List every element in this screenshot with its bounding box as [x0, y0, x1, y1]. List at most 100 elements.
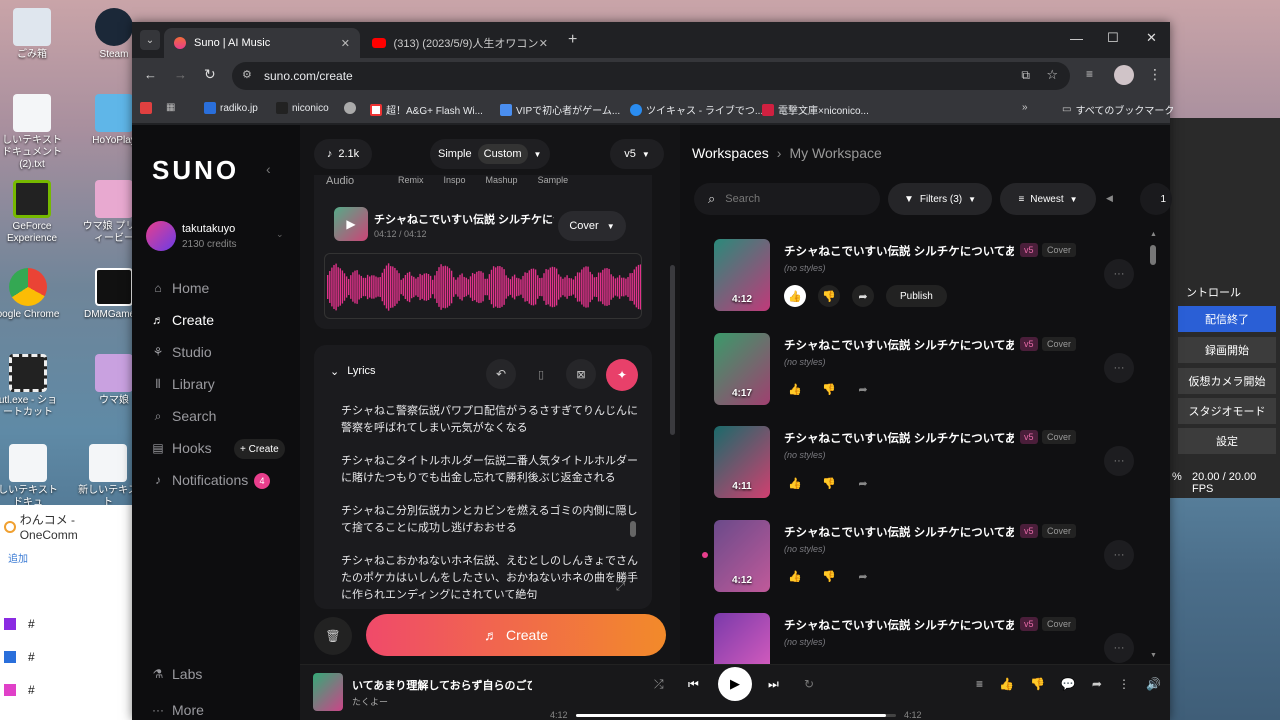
thumbs-down-icon[interactable]: 👎 [818, 379, 840, 401]
save-icon[interactable]: ▯ [526, 359, 556, 389]
tab-suno[interactable]: Suno | AI Music ✕ [164, 28, 360, 58]
profile-avatar[interactable] [1114, 65, 1134, 85]
nav-more[interactable]: ··· More [152, 702, 204, 718]
waveform[interactable] [324, 253, 642, 319]
shortcut-icon[interactable]: utl.exe - ショートカット [0, 354, 60, 419]
breadcrumb-current[interactable]: My Workspace [789, 145, 881, 161]
bookmark-niconico[interactable]: niconico [276, 102, 329, 114]
obs-studio-mode-button[interactable]: スタジオモード [1178, 398, 1276, 424]
thumbs-down-icon[interactable]: 👎 [1030, 677, 1045, 691]
clear-icon[interactable]: ⊠ [566, 359, 596, 389]
list-scrollbar[interactable] [1150, 245, 1156, 265]
player-artist[interactable]: たくよー [352, 695, 388, 708]
more-options-icon[interactable]: ··· [1104, 446, 1134, 476]
nav-library[interactable]: ⫴ Library [152, 376, 214, 392]
lyric-line[interactable]: チシャねこタイトルホルダー伝説二番人気タイトルホルダーに賭けたつもりでも出金し忘… [341, 453, 641, 487]
filters-button[interactable]: ▼ Filters (3) ▼ [888, 183, 992, 215]
panel-scrollbar[interactable] [670, 265, 675, 435]
credits-pill[interactable]: ♪ 2.1k [314, 139, 372, 169]
shuffle-icon[interactable]: ⤮ [654, 677, 664, 692]
text-file-icon[interactable]: しいテキスト ドキュメント (2).txt [0, 94, 64, 171]
more-options-icon[interactable]: ··· [1104, 633, 1134, 663]
thumbs-down-icon[interactable]: 👎 [818, 285, 840, 307]
share-icon[interactable]: ➦ [852, 285, 874, 307]
mode-toggle[interactable]: Simple Custom ▼ [430, 139, 550, 169]
trash-icon[interactable]: 🗑 [314, 617, 352, 655]
collapse-sidebar-icon[interactable]: ‹ [266, 161, 271, 177]
scroll-down-icon[interactable]: ▼ [1150, 652, 1157, 659]
onecomme-row[interactable]: # [4, 650, 35, 664]
scroll-up-icon[interactable]: ▲ [1150, 231, 1157, 238]
tab-youtube[interactable]: (313) (2023/5/9)人生オワコン会 ✕ [362, 28, 558, 58]
queue-icon[interactable]: ≡ [976, 677, 983, 691]
previous-icon[interactable]: ⏮ [688, 677, 699, 692]
bookmarks-overflow-icon[interactable]: » [1022, 102, 1028, 113]
nav-studio[interactable]: ⚘ Studio [152, 344, 212, 360]
menu-icon[interactable]: ⋮ [1148, 66, 1162, 83]
more-options-icon[interactable]: ··· [1104, 259, 1134, 289]
thumbs-up-icon[interactable]: 👍 [784, 285, 806, 307]
song-title[interactable]: チシャねこでいすい伝説 シルチケについてあまり... [784, 337, 1014, 353]
text-file3-icon[interactable]: 新しいテキスト [76, 444, 140, 509]
thumbs-down-icon[interactable]: 👎 [818, 472, 840, 494]
grid-icon[interactable]: ▦ [166, 102, 175, 113]
onecomme-add-button[interactable]: 追加 [0, 545, 40, 567]
thumbs-up-icon[interactable]: 👍 [784, 566, 806, 588]
song-thumbnail[interactable]: 4:12 [714, 519, 770, 592]
hooks-create-button[interactable]: + Create [234, 439, 285, 459]
repeat-icon[interactable]: ↻ [804, 677, 814, 691]
more-options-icon[interactable]: ··· [1104, 539, 1134, 570]
text-file2-icon[interactable]: しいテキスト ドキュ [0, 444, 60, 509]
bookmark-globe[interactable] [344, 102, 360, 114]
maximize-icon[interactable]: ☐ [1107, 30, 1119, 46]
custom-mode-tab[interactable]: Custom [477, 144, 528, 164]
thumbs-up-icon[interactable]: 👍 [784, 472, 806, 494]
media-icon[interactable]: ≡ [1086, 67, 1093, 81]
tab-search-icon[interactable]: ⌄ [140, 30, 160, 50]
play-button[interactable]: ▶ [718, 667, 752, 701]
version-select[interactable]: v5 ▼ [610, 139, 664, 169]
thumbs-down-icon[interactable]: 👎 [818, 566, 840, 588]
lyrics-scrollbar[interactable] [630, 521, 636, 537]
minimize-icon[interactable]: — [1070, 31, 1083, 46]
reload-icon[interactable]: ↻ [204, 66, 216, 83]
share-icon[interactable]: ➦ [1092, 677, 1102, 691]
nav-search[interactable]: ⌕ Search [152, 408, 217, 424]
comment-icon[interactable]: 💬 [1061, 677, 1076, 691]
nav-hooks[interactable]: ▤ Hooks [152, 440, 211, 456]
onecomme-row[interactable]: # [4, 617, 35, 631]
sample-tab[interactable]: Sample [538, 175, 569, 185]
close-window-icon[interactable]: ✕ [1146, 30, 1157, 46]
mashup-tab[interactable]: Mashup [486, 175, 518, 185]
more-options-icon[interactable]: ··· [1104, 352, 1134, 383]
avatar[interactable] [146, 221, 176, 251]
publish-button[interactable]: Publish [886, 285, 947, 307]
song-thumbnail[interactable]: 4:17 [714, 332, 770, 405]
bookmark-agplus[interactable]: 超！A&G+ Flash Wi... [370, 102, 483, 117]
breadcrumb-root[interactable]: Workspaces [692, 145, 769, 161]
song-title[interactable]: チシャねこでいすい伝説 シルチケについてあまり... [784, 430, 1014, 446]
bookmark-radiko[interactable]: radiko.jp [204, 102, 258, 114]
share-icon[interactable]: ➦ [852, 472, 874, 494]
user-name[interactable]: takutakuyo [182, 223, 235, 235]
address-bar[interactable]: ⚙ suno.com/create ⧉ ☆ [232, 62, 1070, 90]
remix-tab[interactable]: Remix [398, 175, 424, 185]
progress-bar[interactable] [576, 714, 896, 717]
close-tab-icon[interactable]: ✕ [539, 37, 548, 50]
geforce-icon[interactable]: GeForce Experience [0, 180, 64, 245]
volume-icon[interactable]: 🔊 [1146, 677, 1161, 691]
suno-logo[interactable]: SUNO [152, 155, 239, 186]
lyric-line[interactable]: チシャねこおかねないホネ伝説、えむとしのしんきょでさんたのポケカはいしんをしたさ… [341, 553, 641, 599]
inspo-tab[interactable]: Inspo [444, 175, 466, 185]
lyric-line[interactable]: チシャねこ分別伝説カンとカビンを燃えるゴミの内側に隠して捨てることに成功し逃げお… [341, 503, 641, 537]
lyric-line[interactable]: チシャねこ警察伝説パワプロ配信がうるさすぎてりんじんに警察を呼ばれてしまい元気が… [341, 403, 641, 437]
song-row[interactable]: 4:17 チシャねこでいすい伝説 シルチケについてあまり... (no styles… [714, 332, 1134, 413]
player-thumbnail[interactable] [313, 673, 343, 711]
song-row[interactable]: 4:12 チシャねこでいすい伝説 シルチケについてあまり... (no styles… [702, 519, 1134, 600]
create-button[interactable]: ♬ Create [366, 614, 666, 656]
more-icon[interactable]: ⋮ [1118, 677, 1130, 691]
recycle-bin-icon[interactable]: ごみ箱 [0, 8, 64, 61]
obs-record-button[interactable]: 録画開始 [1178, 337, 1276, 363]
share-icon[interactable]: ➦ [852, 379, 874, 401]
search-input[interactable]: ⌕ Search [694, 183, 880, 215]
